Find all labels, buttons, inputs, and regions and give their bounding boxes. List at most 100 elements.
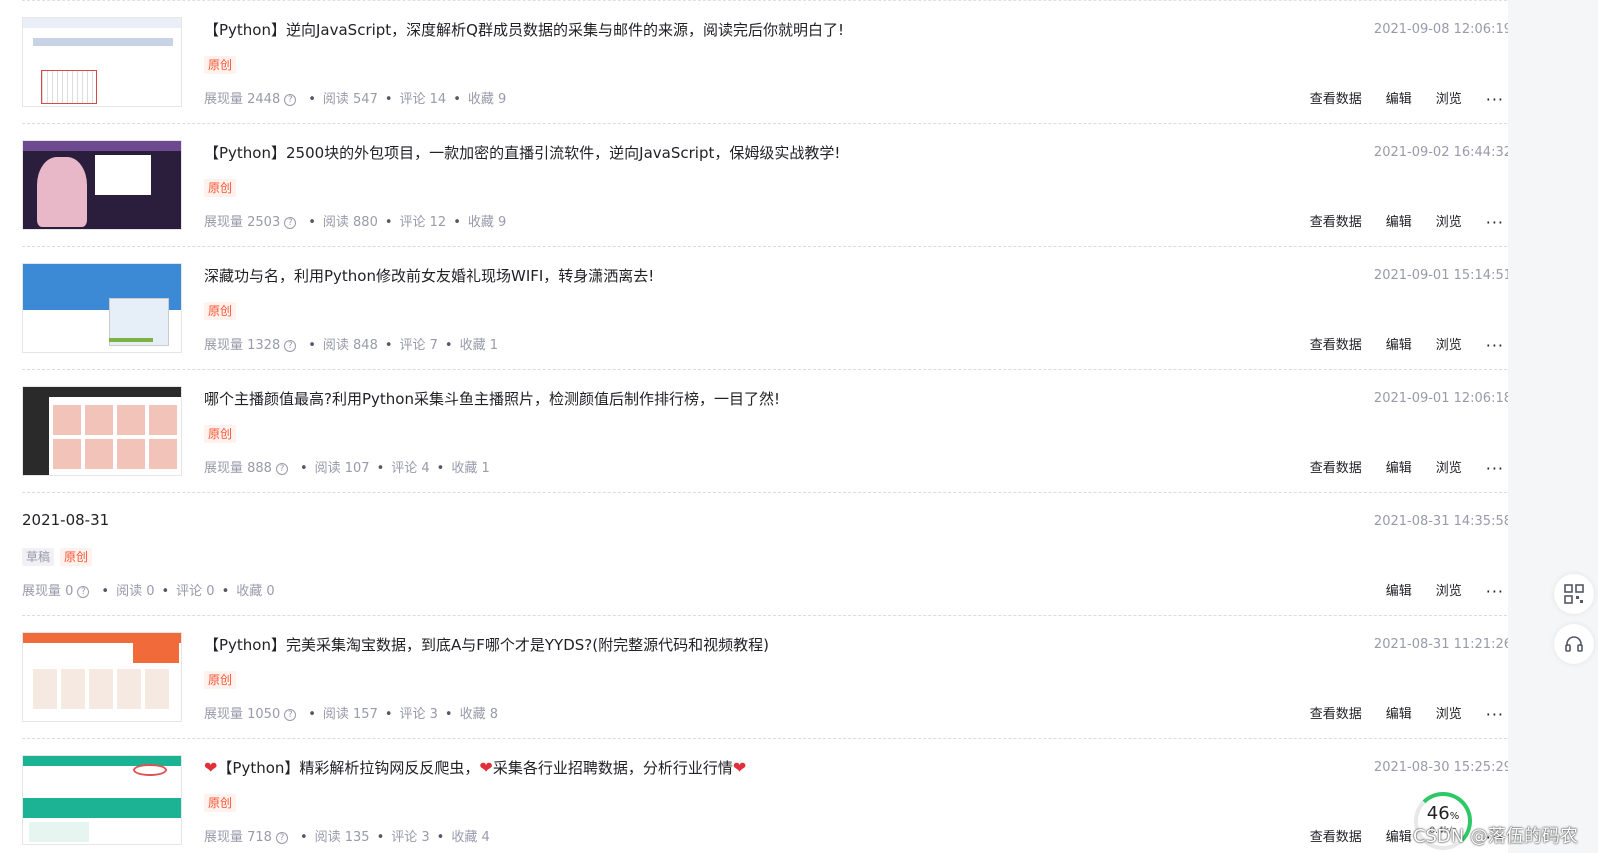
article-thumbnail[interactable]: [22, 755, 182, 845]
comment-count: 评论 0: [176, 584, 215, 599]
article-title[interactable]: 【Python】逆向JavaScript，深度解析Q群成员数据的采集与邮件的来源…: [204, 19, 844, 41]
more-options-icon[interactable]: ···: [1486, 213, 1504, 233]
article-title[interactable]: 【Python】2500块的外包项目，一款加密的直播引流软件，逆向JavaScr…: [204, 142, 840, 164]
original-badge: 原创: [204, 302, 237, 320]
browse-button[interactable]: 浏览: [1436, 90, 1462, 110]
separator: •: [444, 707, 453, 722]
view-data-button[interactable]: 查看数据: [1310, 213, 1362, 233]
article-row: ❤【Python】精彩解析拉钩网反反爬虫，❤采集各行业招聘数据，分析行业行情❤ 2…: [22, 738, 1512, 853]
original-badge: 原创: [204, 179, 237, 197]
article-stats: 展现量 2448? • 阅读 547 • 评论 14 • 收藏 9: [204, 90, 506, 110]
view-data-button[interactable]: 查看数据: [1310, 828, 1362, 848]
original-badge: 原创: [204, 794, 237, 812]
read-count: 阅读 547: [322, 92, 378, 107]
article-title[interactable]: 哪个主播颜值最高?利用Python采集斗鱼主播照片，检测颜值后制作排行榜，一目了…: [204, 388, 780, 410]
browse-button[interactable]: 浏览: [1436, 582, 1462, 602]
browse-button[interactable]: 浏览: [1436, 336, 1462, 356]
article-title[interactable]: 深藏功与名，利用Python修改前女友婚礼现场WIFI，转身潇洒离去!: [204, 265, 654, 287]
edit-button[interactable]: 编辑: [1386, 213, 1412, 233]
favorite-count: 收藏 8: [459, 707, 498, 722]
view-data-button[interactable]: 查看数据: [1310, 336, 1362, 356]
article-thumbnail[interactable]: [22, 263, 182, 353]
browse-button[interactable]: 浏览: [1436, 213, 1462, 233]
tag-list: 原创: [204, 179, 237, 197]
article-row: 2021-08-31 2021-08-31 14:35:58 草稿 原创 展现量 0? •…: [22, 492, 1512, 615]
read-count: 阅读 880: [322, 215, 378, 230]
tag-list: 原创: [204, 794, 237, 812]
publish-time: 2021-09-08 12:06:19: [1373, 22, 1512, 37]
original-badge: 原创: [60, 548, 93, 566]
article-title[interactable]: ❤【Python】精彩解析拉钩网反反爬虫，❤采集各行业招聘数据，分析行业行情❤: [204, 757, 746, 779]
comment-count: 评论 12: [399, 215, 447, 230]
article-list: 【Python】逆向JavaScript，深度解析Q群成员数据的采集与邮件的来源…: [22, 0, 1512, 853]
original-badge: 原创: [204, 56, 237, 74]
more-options-icon[interactable]: ···: [1486, 336, 1504, 356]
help-icon[interactable]: ?: [275, 832, 288, 844]
favorite-count: 收藏 9: [467, 215, 507, 230]
help-icon[interactable]: ?: [284, 217, 297, 229]
separator: •: [308, 215, 316, 230]
help-icon[interactable]: ?: [284, 340, 297, 352]
favorite-count: 收藏 1: [451, 461, 490, 476]
watermark: CSDN @落伍的码农: [1412, 826, 1578, 847]
article-stats: 展现量 718? • 阅读 135 • 评论 3 • 收藏 4: [204, 828, 490, 848]
impressions-count: 展现量 888: [204, 461, 272, 476]
view-data-button[interactable]: 查看数据: [1310, 90, 1362, 110]
separator: •: [444, 338, 453, 353]
article-thumbnail[interactable]: [22, 17, 182, 107]
publish-time: 2021-09-01 15:14:51: [1373, 268, 1512, 283]
view-data-button[interactable]: 查看数据: [1310, 705, 1362, 725]
help-icon[interactable]: ?: [284, 709, 297, 721]
more-options-icon[interactable]: ···: [1486, 459, 1504, 479]
article-stats: 展现量 1050? • 阅读 157 • 评论 3 • 收藏 8: [204, 705, 498, 725]
read-count: 阅读 135: [314, 830, 370, 845]
impressions-count: 展现量 2448: [204, 92, 281, 107]
article-thumbnail[interactable]: [22, 632, 182, 722]
separator: •: [384, 707, 393, 722]
browse-button[interactable]: 浏览: [1436, 459, 1462, 479]
more-options-icon[interactable]: ···: [1486, 90, 1504, 110]
edit-button[interactable]: 编辑: [1386, 90, 1412, 110]
draft-title[interactable]: 2021-08-31: [22, 511, 109, 529]
edit-button[interactable]: 编辑: [1386, 705, 1412, 725]
qrcode-icon[interactable]: [1554, 574, 1594, 614]
read-count: 阅读 0: [116, 584, 155, 599]
edit-button[interactable]: 编辑: [1386, 582, 1412, 602]
publish-time: 2021-09-01 12:06:18: [1373, 391, 1512, 406]
heart-icon: ❤: [479, 758, 493, 777]
separator: •: [299, 461, 308, 476]
article-thumbnail[interactable]: [22, 386, 182, 476]
tag-list: 原创: [204, 56, 237, 74]
comment-count: 评论 3: [399, 707, 438, 722]
separator: •: [161, 584, 170, 599]
tag-list: 原创: [204, 425, 237, 443]
tag-list: 原创: [204, 671, 237, 689]
original-badge: 原创: [204, 425, 237, 443]
edit-button[interactable]: 编辑: [1386, 828, 1412, 848]
separator: •: [299, 830, 308, 845]
article-body: 2021-08-31 2021-08-31 14:35:58 草稿 原创 展现量 0? •…: [22, 493, 1512, 615]
article-stats: 展现量 2503? • 阅读 880 • 评论 12 • 收藏 9: [204, 213, 506, 233]
separator: •: [384, 338, 393, 353]
separator: •: [221, 584, 230, 599]
more-options-icon[interactable]: ···: [1486, 582, 1504, 602]
heart-icon: ❤: [204, 758, 218, 777]
article-title[interactable]: 【Python】完美采集淘宝数据，到底A与F哪个才是YYDS?(附完整源代码和视…: [204, 634, 769, 656]
headset-icon[interactable]: [1554, 624, 1594, 664]
separator: •: [453, 215, 461, 230]
view-data-button[interactable]: 查看数据: [1310, 459, 1362, 479]
browse-button[interactable]: 浏览: [1436, 705, 1462, 725]
help-icon[interactable]: ?: [275, 463, 288, 475]
edit-button[interactable]: 编辑: [1386, 336, 1412, 356]
article-thumbnail[interactable]: [22, 140, 182, 230]
comment-count: 评论 14: [399, 92, 447, 107]
article-row: 哪个主播颜值最高?利用Python采集斗鱼主播照片，检测颜值后制作排行榜，一目了…: [22, 369, 1512, 492]
publish-time: 2021-08-31 11:21:26: [1373, 637, 1512, 652]
article-row: 【Python】完美采集淘宝数据，到底A与F哪个才是YYDS?(附完整源代码和视…: [22, 615, 1512, 738]
impressions-count: 展现量 1050: [204, 707, 281, 722]
help-icon[interactable]: ?: [77, 586, 90, 598]
help-icon[interactable]: ?: [284, 94, 297, 106]
separator: •: [436, 461, 445, 476]
more-options-icon[interactable]: ···: [1486, 705, 1504, 725]
edit-button[interactable]: 编辑: [1386, 459, 1412, 479]
